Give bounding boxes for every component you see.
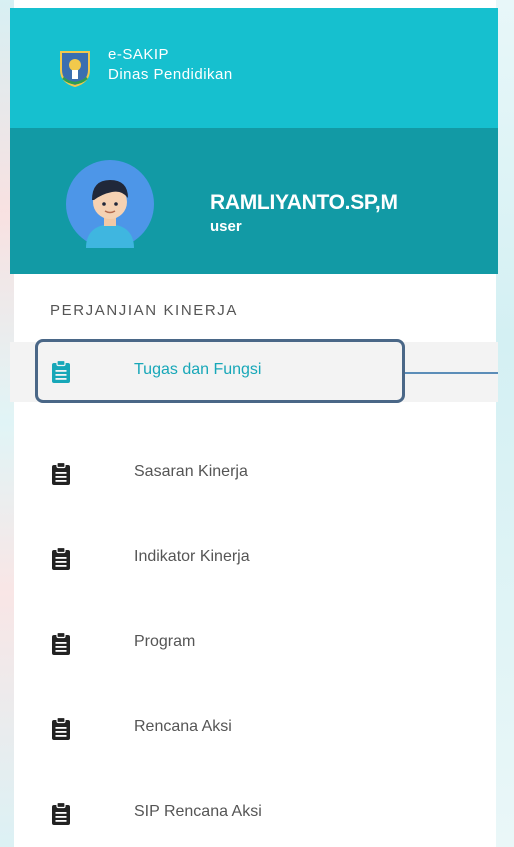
avatar-icon[interactable] xyxy=(66,160,154,248)
sidebar-item-label: Sasaran Kinerja xyxy=(134,463,248,480)
sidebar-item-label: Indikator Kinerja xyxy=(134,548,250,565)
emblem-icon xyxy=(60,51,90,88)
brand-subtitle: Dinas Pendidikan xyxy=(108,66,233,83)
section-title: PERJANJIAN KINERJA xyxy=(50,302,238,319)
brand-title: e-SAKIP xyxy=(108,46,170,63)
sidebar-item-label: Program xyxy=(134,633,196,650)
sidebar-item-label: SIP Rencana Aksi xyxy=(134,803,262,820)
callout-line xyxy=(405,372,498,374)
sidebar-item-rencana-aksi[interactable]: Rencana Aksi xyxy=(10,699,498,759)
clipboard-icon xyxy=(52,547,70,570)
user-name: RAMLIYANTO.SP,M xyxy=(210,191,398,214)
sidebar-item-indikator-kinerja[interactable]: Indikator Kinerja xyxy=(10,529,498,589)
sidebar-item-program[interactable]: Program xyxy=(10,614,498,674)
clipboard-icon xyxy=(52,462,70,485)
sidebar-item-sasaran-kinerja[interactable]: Sasaran Kinerja xyxy=(10,444,498,504)
clipboard-icon xyxy=(52,717,70,740)
clipboard-icon xyxy=(52,632,70,655)
clipboard-icon xyxy=(52,802,70,825)
sidebar-item-label: Rencana Aksi xyxy=(134,718,232,735)
sidebar-item-sip-rencana-aksi[interactable]: SIP Rencana Aksi xyxy=(10,784,498,844)
user-role: user xyxy=(210,218,242,235)
background-decoration-right xyxy=(496,0,514,847)
highlight-box xyxy=(35,339,405,403)
